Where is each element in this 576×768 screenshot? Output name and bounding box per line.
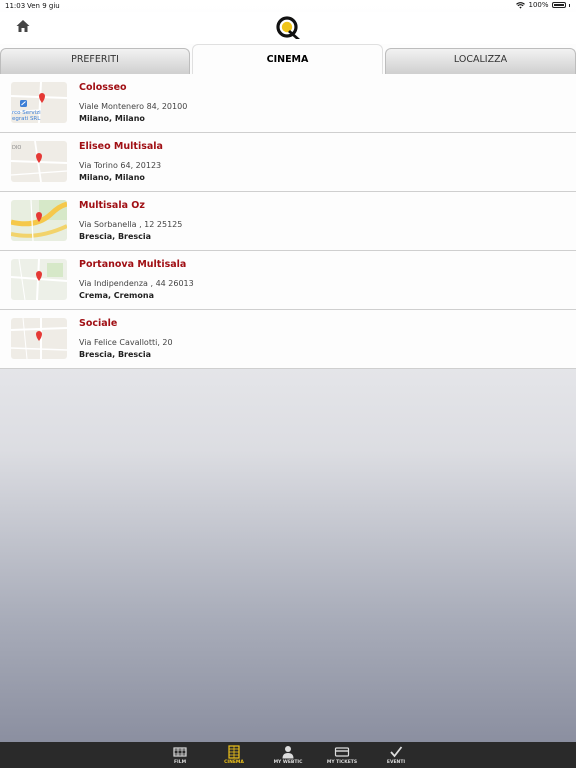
cinema-name: Portanova Multisala — [79, 259, 187, 270]
ticket-icon — [334, 747, 350, 757]
cinema-name: Eliseo Multisala — [79, 141, 163, 152]
map-thumbnail — [11, 200, 67, 241]
cinema-name: Sociale — [79, 318, 118, 329]
map-label: DIO — [12, 145, 21, 151]
nav-label: CINEMA — [224, 760, 244, 765]
status-right: 100% — [516, 1, 570, 9]
map-thumbnail — [11, 318, 67, 359]
nav-label: MY TICKETS — [326, 760, 358, 765]
map-label: egrati SRL — [12, 116, 41, 122]
tab-localizza[interactable]: LOCALIZZA — [385, 48, 576, 74]
cinema-icon — [228, 745, 240, 759]
nav-label: MY WEBTIC — [273, 760, 303, 765]
nav-my-tickets[interactable]: MY TICKETS — [315, 742, 369, 768]
nav-label: FILM — [173, 760, 187, 765]
battery-percent: 100% — [528, 1, 549, 9]
cinema-city: Brescia, Brescia — [79, 232, 152, 241]
q-logo-icon — [276, 16, 300, 39]
nav-film[interactable]: FILM — [153, 742, 207, 768]
user-icon — [282, 746, 294, 759]
nav-label: EVENTI — [386, 760, 406, 765]
tab-preferiti[interactable]: PREFERITI — [0, 48, 190, 74]
bottom-nav: FILM CINEMA MY WEBTIC MY TICKETS EVENTI — [0, 742, 576, 768]
map-thumbnail: DIO — [11, 141, 67, 182]
segment-tabs: PREFERITI CINEMA LOCALIZZA — [0, 44, 576, 74]
battery-icon — [551, 2, 566, 8]
nav-eventi[interactable]: EVENTI — [369, 742, 423, 768]
nav-my-webtic[interactable]: MY WEBTIC — [261, 742, 315, 768]
app-header — [0, 12, 576, 44]
home-icon[interactable] — [15, 18, 31, 34]
status-date: Ven 9 giu — [27, 2, 60, 10]
nav-cinema[interactable]: CINEMA — [207, 742, 261, 768]
cinema-row[interactable]: Sociale Via Felice Cavallotti, 20 Bresci… — [0, 310, 576, 369]
cinema-address: Via Indipendenza , 44 26013 — [79, 279, 194, 288]
cinema-address: Via Torino 64, 20123 — [79, 161, 162, 170]
cinema-address: Via Sorbanella , 12 25125 — [79, 220, 183, 229]
cinema-list: rco Servizi egrati SRL Colosseo Viale Mo… — [0, 74, 576, 369]
cinema-name: Colosseo — [79, 82, 127, 93]
cinema-city: Crema, Cremona — [79, 291, 154, 300]
cinema-address: Viale Montenero 84, 20100 — [79, 102, 188, 111]
check-icon — [390, 746, 403, 758]
cinema-city: Milano, Milano — [79, 173, 145, 182]
cinema-row[interactable]: rco Servizi egrati SRL Colosseo Viale Mo… — [0, 74, 576, 133]
film-icon — [173, 747, 187, 757]
cinema-row[interactable]: DIO Eliseo Multisala Via Torino 64, 2012… — [0, 133, 576, 192]
map-thumbnail: rco Servizi egrati SRL — [11, 82, 67, 123]
cinema-row[interactable]: Multisala Oz Via Sorbanella , 12 25125 B… — [0, 192, 576, 251]
cinema-city: Brescia, Brescia — [79, 350, 152, 359]
cinema-address: Via Felice Cavallotti, 20 — [79, 338, 173, 347]
battery-tip — [568, 3, 570, 7]
map-thumbnail — [11, 259, 67, 300]
cinema-name: Multisala Oz — [79, 200, 145, 211]
cinema-row[interactable]: Portanova Multisala Via Indipendenza , 4… — [0, 251, 576, 310]
tab-cinema[interactable]: CINEMA — [192, 44, 383, 74]
status-bar: 11:03 Ven 9 giu 100% — [0, 0, 576, 12]
cinema-city: Milano, Milano — [79, 114, 145, 123]
status-time: 11:03 — [5, 2, 26, 10]
wifi-icon — [516, 1, 526, 9]
